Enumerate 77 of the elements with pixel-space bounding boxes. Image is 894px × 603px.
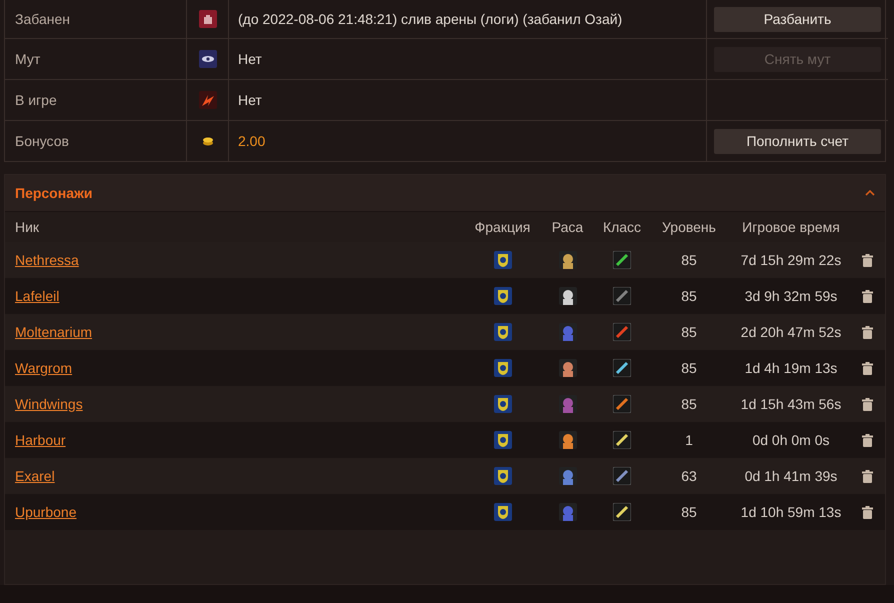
portrait-icon: [558, 323, 576, 341]
weapon-icon: [613, 431, 631, 449]
character-link[interactable]: Upurbone: [15, 504, 76, 520]
column-header: Раса: [550, 219, 584, 235]
weapon-icon: [613, 503, 631, 521]
portrait-icon: [558, 431, 576, 449]
level-cell-text: 85: [680, 360, 698, 376]
portrait-icon: [558, 287, 576, 305]
shield-icon: [494, 287, 512, 305]
field-value: Нет: [238, 92, 262, 108]
weapon-icon: [613, 287, 631, 305]
weapon-icon: [613, 395, 631, 413]
portrait-icon: [558, 395, 576, 413]
playtime-cell-text: 0d 1h 41m 39s: [744, 468, 838, 484]
level-cell-text: 85: [680, 324, 698, 340]
portrait-icon: [558, 503, 576, 521]
level-cell-text: 1: [684, 432, 694, 448]
weapon-icon: [613, 251, 631, 269]
delete-icon[interactable]: [862, 254, 872, 266]
portrait-icon: [558, 467, 576, 485]
character-link[interactable]: Lafeleil: [15, 288, 60, 304]
column-header: Фракция: [474, 219, 532, 235]
weapon-icon: [613, 323, 631, 341]
field-value: 2.00: [238, 133, 266, 149]
field-label: В игре: [15, 92, 57, 108]
weapon-icon: [613, 467, 631, 485]
field-label: Мут: [15, 51, 40, 67]
delete-icon[interactable]: [862, 326, 872, 338]
shield-icon: [494, 503, 512, 521]
portrait-icon: [558, 251, 576, 269]
level-cell-text: 85: [680, 288, 698, 304]
character-link[interactable]: Nethressa: [15, 252, 79, 268]
delete-icon[interactable]: [862, 398, 872, 410]
field-label: Бонусов: [15, 133, 69, 149]
weapon-icon: [613, 359, 631, 377]
eye-icon: [198, 50, 216, 68]
field-value: Нет: [238, 51, 262, 67]
action-button[interactable]: Пополнить счет: [714, 128, 881, 154]
playtime-cell-text: 1d 4h 19m 13s: [744, 360, 838, 376]
level-cell-text: 85: [680, 252, 698, 268]
action-button[interactable]: Разбанить: [714, 6, 881, 32]
shield-icon: [494, 323, 512, 341]
column-header: Игровое время: [741, 219, 841, 235]
character-link[interactable]: Moltenarium: [15, 324, 92, 340]
character-link[interactable]: Exarel: [15, 468, 55, 484]
flame-icon: [198, 91, 216, 109]
field-value: (до 2022-08-06 21:48:21) слив арены (логи) (забанил Озай): [238, 11, 622, 27]
playtime-cell-text: 2d 20h 47m 52s: [740, 324, 842, 340]
shield-icon: [494, 467, 512, 485]
field-label: Забанен: [15, 11, 70, 27]
level-cell-text: 85: [680, 396, 698, 412]
panel-title: Персонажи: [15, 185, 93, 201]
character-link[interactable]: Harbour: [15, 432, 66, 448]
playtime-cell-text: 1d 10h 59m 13s: [740, 504, 842, 520]
delete-icon[interactable]: [862, 434, 872, 446]
playtime-cell-text: 7d 15h 29m 22s: [740, 252, 842, 268]
shield-icon: [494, 251, 512, 269]
shield-icon: [494, 395, 512, 413]
shield-icon: [494, 431, 512, 449]
column-header: Уровень: [661, 219, 717, 235]
level-cell-text: 63: [680, 468, 698, 484]
shield-icon: [494, 359, 512, 377]
playtime-cell-text: 0d 0h 0m 0s: [751, 432, 831, 448]
coins-icon: [202, 136, 214, 146]
character-link[interactable]: Wargrom: [15, 360, 72, 376]
delete-icon[interactable]: [862, 290, 872, 302]
level-cell-text: 85: [680, 504, 698, 520]
playtime-cell-text: 3d 9h 32m 59s: [744, 288, 838, 304]
column-header: Ник: [14, 219, 40, 235]
delete-icon[interactable]: [862, 362, 872, 374]
playtime-cell-text: 1d 15h 43m 56s: [740, 396, 842, 412]
delete-icon[interactable]: [862, 506, 872, 518]
character-link[interactable]: Windwings: [15, 396, 83, 412]
delete-icon[interactable]: [862, 470, 872, 482]
portrait-icon: [558, 359, 576, 377]
collapse-icon[interactable]: [865, 190, 875, 196]
column-header: Класс: [602, 219, 642, 235]
